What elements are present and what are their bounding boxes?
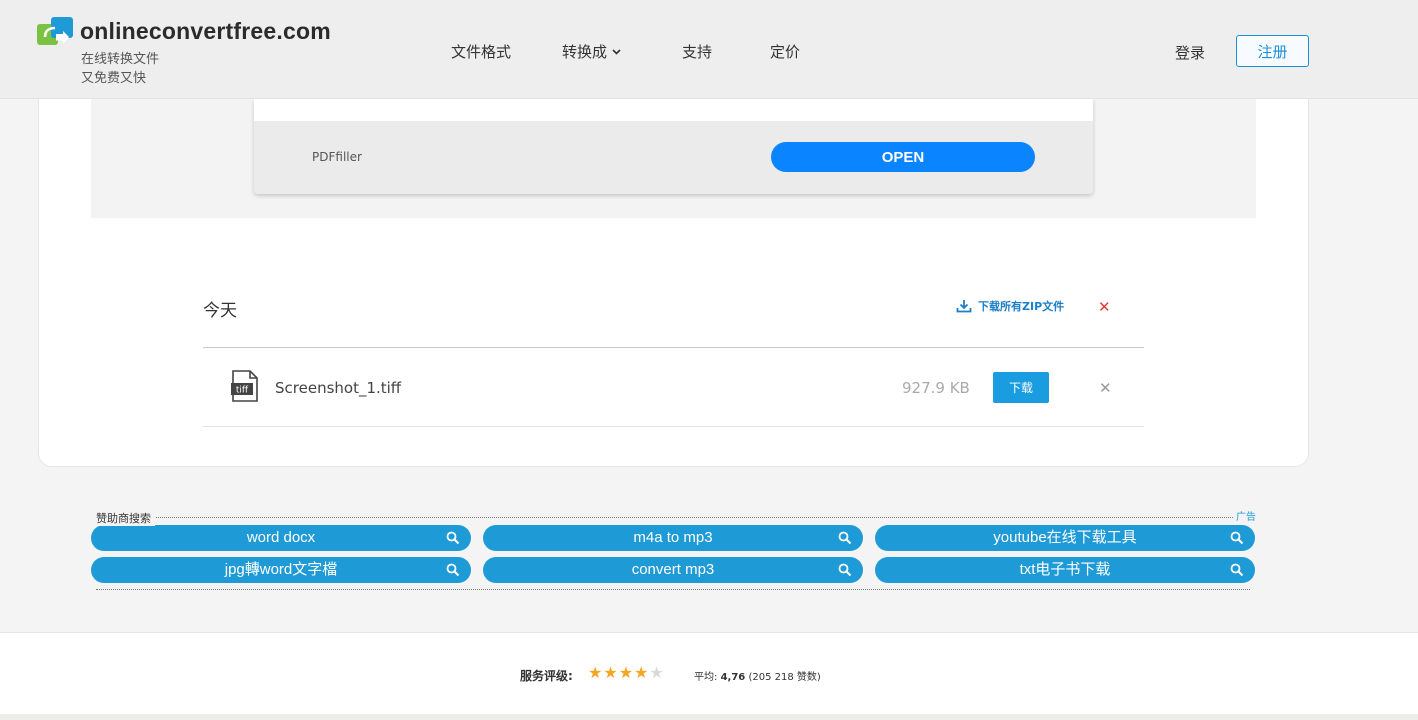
ad-banner-top [254, 99, 1093, 121]
download-all-zip-label: 下载所有ZIP文件 [978, 300, 1065, 313]
ad-advertiser-name: PDFfiller [312, 150, 362, 164]
sponsor-search-label: m4a to mp3 [633, 529, 713, 546]
rating-average-prefix: 平均: [694, 672, 718, 683]
svg-text:tiff: tiff [236, 386, 249, 396]
search-icon [838, 563, 852, 577]
rating-vote-count: (205 218 赞数) [748, 672, 821, 683]
sponsor-search-pill[interactable]: word docx [91, 525, 471, 551]
login-link[interactable]: 登录 [1175, 42, 1205, 63]
star-icon[interactable]: ★ [634, 665, 648, 681]
ad-tag[interactable]: 广告 [1234, 508, 1256, 523]
search-icon [446, 563, 460, 577]
sponsor-search-pill[interactable]: m4a to mp3 [483, 525, 863, 551]
section-today-label: 今天 [203, 301, 237, 321]
rating-label: 服务评级: [520, 669, 573, 683]
logo-title: onlineconvertfree.com [80, 18, 331, 44]
sponsor-search-pill[interactable]: youtube在线下载工具 [875, 525, 1255, 551]
footer-strip [0, 714, 1418, 720]
site-logo[interactable]: onlineconvertfree.com 在线转换文件 又免费又快 [37, 17, 357, 87]
sponsor-search-label: youtube在线下载工具 [993, 529, 1137, 546]
rating-average: 平均: 4,76 (205 218 赞数) [694, 668, 821, 683]
remove-file-close-icon[interactable]: ✕ [1099, 379, 1112, 397]
tiff-file-icon: tiff [231, 370, 258, 402]
star-icon[interactable]: ★ [649, 665, 663, 681]
nav-support[interactable]: 支持 [682, 41, 712, 62]
sponsor-search-pill[interactable]: convert mp3 [483, 557, 863, 583]
download-all-zip-link[interactable]: 下载所有ZIP文件 [956, 298, 1064, 314]
file-name: Screenshot_1.tiff [275, 379, 402, 397]
signup-button[interactable]: 注册 [1236, 35, 1309, 67]
search-icon [838, 531, 852, 545]
search-icon [446, 531, 460, 545]
rating-stars[interactable]: ★ ★ ★ ★ ★ [588, 665, 664, 681]
sponsor-search-pill[interactable]: jpg轉word文字檔 [91, 557, 471, 583]
nav-convert-label: 转换成 [562, 43, 608, 61]
sponsor-search-label: jpg轉word文字檔 [224, 561, 338, 578]
download-icon [956, 300, 972, 313]
divider [203, 347, 1144, 348]
star-icon[interactable]: ★ [619, 665, 633, 681]
nav-file-formats[interactable]: 文件格式 [451, 41, 511, 62]
chevron-down-icon [612, 49, 621, 55]
sponsor-top-rule [96, 517, 1253, 518]
logo-tagline-1: 在线转换文件 [81, 52, 160, 67]
star-icon[interactable]: ★ [603, 665, 617, 681]
logo-tagline-2: 又免费又快 [81, 71, 147, 86]
ad-banner: PDFfiller OPEN [254, 99, 1093, 194]
rating-average-value: 4,76 [720, 672, 746, 683]
nav-convert-to[interactable]: 转换成 [562, 41, 621, 62]
sponsor-search-pill[interactable]: txt电子书下载 [875, 557, 1255, 583]
sponsor-search-label: word docx [246, 529, 316, 546]
rating-footer: 服务评级: ★ ★ ★ ★ ★ 平均: 4,76 (205 218 赞数) [0, 632, 1418, 714]
ad-open-button[interactable]: OPEN [771, 142, 1035, 172]
file-size: 927.9 KB [902, 379, 970, 397]
sponsor-search-title: 赞助商搜索 [96, 510, 155, 526]
sponsor-search-label: convert mp3 [631, 561, 715, 578]
search-icon [1230, 563, 1244, 577]
logo-arrows-icon [37, 17, 73, 45]
nav-pricing[interactable]: 定价 [770, 41, 800, 62]
clear-all-close-icon[interactable]: ✕ [1098, 298, 1111, 316]
star-icon[interactable]: ★ [588, 665, 602, 681]
sponsor-search-label: txt电子书下载 [1019, 561, 1111, 578]
download-button[interactable]: 下载 [993, 372, 1049, 403]
search-icon [1230, 531, 1244, 545]
divider [203, 426, 1144, 427]
site-header: onlineconvertfree.com 在线转换文件 又免费又快 文件格式 … [0, 0, 1418, 99]
sponsor-bottom-rule [96, 589, 1250, 590]
